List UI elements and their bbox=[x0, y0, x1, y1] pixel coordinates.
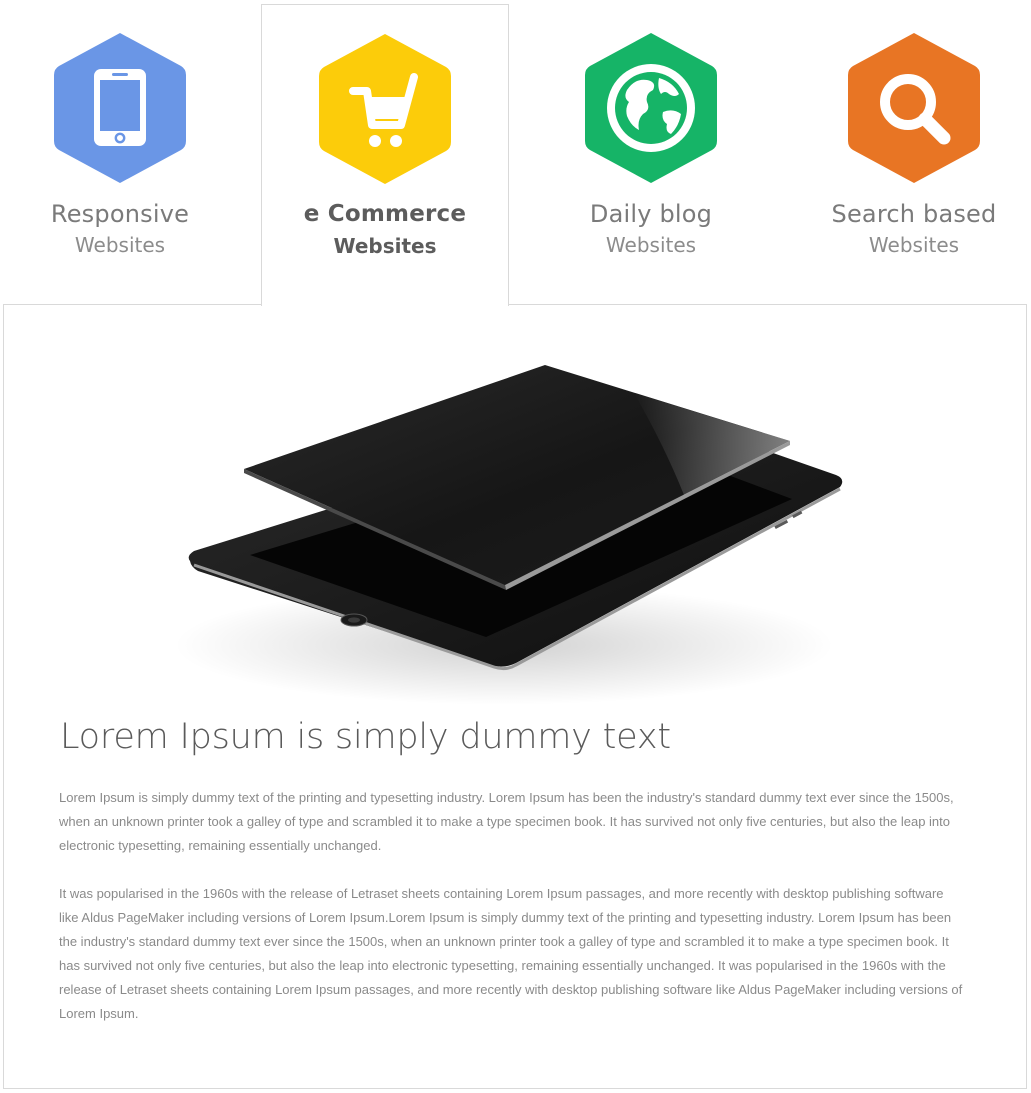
tab-title: e Commerce bbox=[303, 201, 467, 227]
service-tabs: Responsive Websites e Commerce Websites bbox=[0, 0, 1031, 306]
content-panel: Lorem Ipsum is simply dummy text Lorem I… bbox=[3, 304, 1027, 1089]
phone-icon bbox=[54, 33, 186, 183]
tab-daily-blog-websites[interactable]: Daily blog Websites bbox=[527, 4, 775, 304]
tab-title: Search based bbox=[831, 200, 997, 228]
tab-responsive-websites[interactable]: Responsive Websites bbox=[0, 4, 244, 304]
cart-icon bbox=[319, 34, 451, 184]
hexagon-badge bbox=[50, 28, 190, 188]
tab-title: Responsive bbox=[50, 200, 190, 228]
tab-subtitle: Websites bbox=[333, 234, 437, 258]
tab-title: Daily blog bbox=[589, 200, 713, 228]
content-paragraph-2: It was popularised in the 1960s with the… bbox=[59, 886, 963, 1021]
tab-subtitle: Websites bbox=[868, 233, 960, 257]
content-paragraph-1: Lorem Ipsum is simply dummy text of the … bbox=[59, 790, 954, 853]
search-icon bbox=[848, 33, 980, 183]
tab-subtitle: Websites bbox=[605, 233, 697, 257]
tab-ecommerce-websites[interactable]: e Commerce Websites bbox=[261, 4, 509, 306]
hexagon-badge bbox=[844, 28, 984, 188]
hexagon-badge bbox=[581, 28, 721, 188]
content-title: Lorem Ipsum is simply dummy text bbox=[60, 717, 671, 757]
hexagon-badge bbox=[315, 29, 455, 189]
tab-search-based-websites[interactable]: Search based Websites bbox=[790, 4, 1031, 304]
tab-subtitle: Websites bbox=[74, 233, 166, 257]
tablet-illustration bbox=[164, 345, 884, 725]
globe-icon bbox=[585, 33, 717, 183]
